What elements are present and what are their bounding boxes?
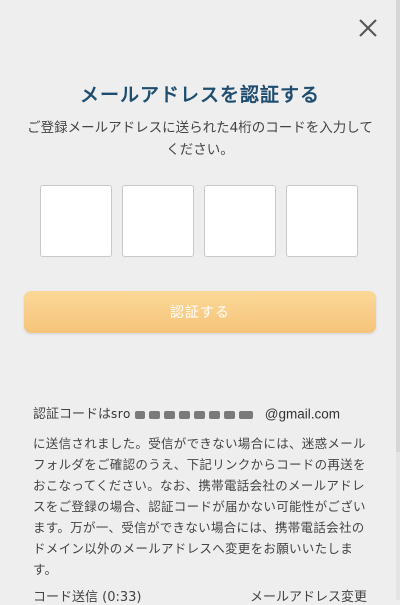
email-redaction [133, 408, 261, 422]
close-button[interactable] [352, 12, 384, 44]
scrollbar-thumb[interactable] [396, 0, 400, 452]
code-input-3[interactable] [204, 185, 276, 257]
notice-text: に送信されました。受信ができない場合には、迷惑メールフォルダをご確認のうえ、下記… [33, 436, 366, 577]
sent-to-line: 認証コードはsro @gmail.com [33, 404, 373, 425]
code-input-4[interactable] [286, 185, 358, 257]
instruction-text: ご登録メールアドレスに送られた4桁のコードを入力してください。 [27, 120, 373, 158]
resend-code-link[interactable]: コード送信 (0:33) [33, 586, 141, 605]
email-masked-start: sro [111, 407, 131, 421]
close-icon [359, 19, 377, 37]
code-input-1[interactable] [40, 185, 112, 257]
email-domain: @gmail.com [264, 406, 341, 422]
code-input-2[interactable] [122, 185, 194, 257]
change-email-link[interactable]: メールアドレス変更 [250, 586, 367, 605]
sent-prefix: 認証コードは [33, 407, 112, 422]
verify-button[interactable]: 認証する [24, 291, 376, 333]
page-title: メールアドレスを認証する [79, 84, 320, 106]
verification-modal: メールアドレスを認証する ご登録メールアドレスに送られた4桁のコードを入力してく… [0, 0, 400, 605]
